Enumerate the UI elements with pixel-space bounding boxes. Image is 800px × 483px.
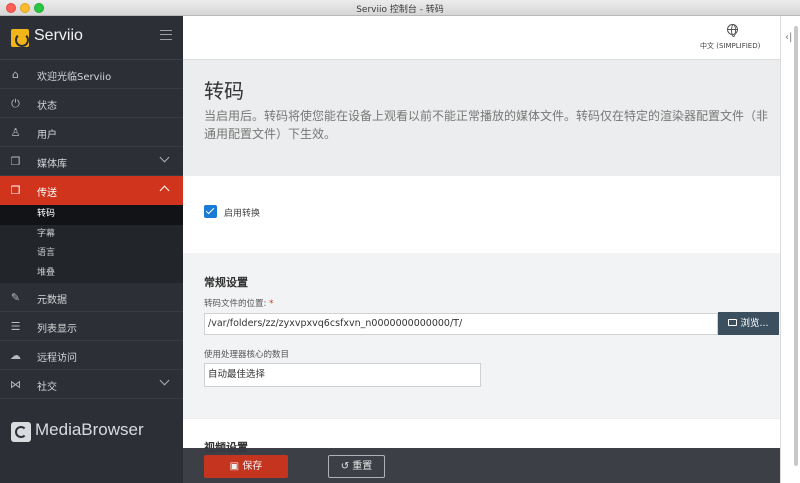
chevron-down-icon [159, 375, 170, 386]
sidebar-item-label: 欢迎光临Serviio [37, 72, 112, 83]
section-title: 常规设置 [204, 276, 248, 289]
box-icon: ❒ [10, 184, 21, 197]
transcode-location-input[interactable]: /var/folders/zz/zyxvpxvq6csfxvn_n0000000… [204, 313, 718, 335]
sidebar-item-label: 媒体库 [37, 159, 67, 170]
location-label: 转码文件的位置: * [204, 297, 273, 309]
reset-label: 重置 [352, 461, 373, 472]
window-title: Serviio 控制台 - 转码 [356, 5, 444, 15]
globe-icon[interactable] [727, 24, 738, 37]
submenu-item-stacking[interactable]: 堆叠 [0, 264, 183, 284]
sidebar-item-welcome[interactable]: ⌂ 欢迎光临Serviio [0, 60, 183, 89]
page-title: 转码 [204, 79, 244, 103]
action-bar: ▣ 保存 ↺ 重置 [183, 448, 780, 483]
collapse-panel-icon[interactable]: ‹| [785, 32, 792, 43]
cores-select[interactable]: 自动最佳选择 [204, 363, 481, 387]
mediabrowser-label: MediaBrowser [35, 420, 144, 439]
share-icon: ⋈ [10, 378, 21, 391]
sidebar-item-label: 状态 [37, 101, 57, 112]
sidebar-item-label: 元数据 [37, 295, 67, 306]
sidebar-item-remote[interactable]: ☁ 远程访问 [0, 341, 183, 370]
submenu-item-transcoding[interactable]: 转码 [0, 205, 183, 225]
window-titlebar: Serviio 控制台 - 转码 [0, 0, 800, 16]
sidebar-item-label: 远程访问 [37, 353, 77, 364]
sidebar-item-users[interactable]: ♙ 用户 [0, 118, 183, 147]
cloud-icon: ☁ [10, 349, 21, 362]
enable-transcoding-label[interactable]: 启用转换 [224, 206, 260, 219]
reset-button[interactable]: ↺ 重置 [328, 455, 385, 478]
sidebar-item-label: 传送 [37, 188, 57, 199]
sidebar-item-label: 用户 [37, 130, 57, 141]
list-icon: ☰ [10, 320, 21, 333]
folder-icon [728, 319, 738, 326]
submenu-item-subtitles[interactable]: 字幕 [0, 225, 183, 245]
mediabrowser-icon [11, 422, 31, 442]
scrollbar[interactable] [794, 26, 798, 466]
user-icon: ♙ [10, 126, 21, 139]
chevron-up-icon [159, 185, 170, 196]
main-content: 中文 (SIMPLIFIED) 转码 当启用后。转码将使您能在设备上观看以前不能… [183, 16, 780, 483]
cores-label: 使用处理器核心的数目 [204, 350, 290, 360]
sidebar-item-label: 列表显示 [37, 324, 77, 335]
enable-section: 启用转换 [183, 176, 780, 253]
right-edge: ‹| [780, 16, 800, 483]
sidebar-item-presentation[interactable]: ☰ 列表显示 [0, 312, 183, 341]
browse-button[interactable]: 浏览... [718, 312, 779, 335]
brand-name: Serviio [34, 27, 83, 44]
required-marker: * [269, 299, 274, 309]
menu-toggle-icon[interactable] [160, 30, 172, 40]
top-bar: 中文 (SIMPLIFIED) [183, 16, 780, 60]
library-icon: ❐ [10, 155, 21, 168]
general-settings-section: 常规设置 转码文件的位置: * /var/folders/zz/zyxvpxvq… [183, 253, 780, 418]
sidebar-item-delivery[interactable]: ❒ 传送 [0, 176, 183, 205]
home-icon: ⌂ [12, 68, 19, 81]
page-description: 当启用后。转码将使您能在设备上观看以前不能正常播放的媒体文件。转码仅在特定的渲染… [204, 109, 769, 141]
sidebar: Serviio ⌂ 欢迎光临Serviio ⏻ 状态 ♙ 用户 ❐ 媒体库 ❒ … [0, 16, 183, 483]
plug-icon: ⏻ [11, 97, 20, 110]
save-button[interactable]: ▣ 保存 [204, 455, 288, 478]
submenu-item-language[interactable]: 语言 [0, 244, 183, 264]
sidebar-item-status[interactable]: ⏻ 状态 [0, 89, 183, 118]
location-label-text: 转码文件的位置: [204, 299, 267, 309]
sidebar-item-metadata[interactable]: ✎ 元数据 [0, 283, 183, 312]
sidebar-item-social[interactable]: ⋈ 社交 [0, 370, 183, 399]
delivery-submenu: 转码 字幕 语言 堆叠 [0, 205, 183, 283]
sidebar-item-label: 社交 [37, 382, 57, 393]
save-label: 保存 [242, 461, 263, 472]
browse-label: 浏览... [740, 318, 769, 329]
reset-icon: ↺ [340, 461, 353, 472]
page-header: 转码 当启用后。转码将使您能在设备上观看以前不能正常播放的媒体文件。转码仅在特定… [183, 61, 780, 176]
save-icon: ▣ [229, 461, 243, 472]
serviio-logo-icon [11, 29, 29, 47]
brand-header: Serviio [0, 16, 183, 60]
enable-transcoding-checkbox[interactable] [204, 205, 217, 218]
chevron-down-icon [159, 152, 170, 163]
edit-icon: ✎ [10, 291, 21, 304]
language-selector[interactable]: 中文 (SIMPLIFIED) [700, 41, 760, 51]
sidebar-item-library[interactable]: ❐ 媒体库 [0, 147, 183, 176]
